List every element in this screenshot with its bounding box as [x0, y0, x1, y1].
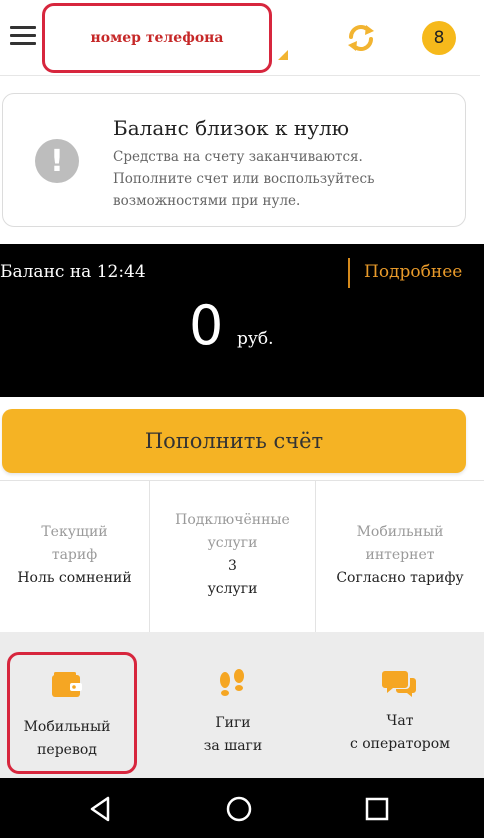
balance-time-label: Баланс на 12:44	[0, 262, 146, 282]
dropdown-caret-icon[interactable]	[278, 50, 288, 60]
internet-label-line1: Мобильный	[356, 524, 444, 540]
balance-amount: 0	[189, 294, 224, 357]
home-icon[interactable]	[224, 794, 254, 824]
footprints-icon	[220, 669, 244, 696]
connected-services-cell[interactable]: Подключённые услуги 3 услуги	[150, 481, 316, 633]
balance-panel: Баланс на 12:44 Подробнее 0 руб.	[0, 244, 484, 397]
warning-title: Баланс близок к нулю	[113, 116, 350, 140]
account-info-row: Текущий тариф Ноль сомнений Подключённые…	[0, 480, 484, 633]
exclamation-icon: !	[35, 139, 79, 183]
notifications-badge[interactable]: 8	[422, 21, 456, 55]
phone-number-label: номер телефона	[90, 30, 224, 46]
recent-apps-icon[interactable]	[362, 794, 392, 824]
back-icon[interactable]	[86, 794, 116, 824]
quick-actions-row: Мобильный перевод Гиги за шаги Чат с опе…	[0, 632, 484, 778]
tariff-label-line1: Текущий	[41, 524, 108, 540]
mobile-internet-cell[interactable]: Мобильный интернет Согласно тарифу	[316, 481, 484, 633]
chat-label-line2: с оператором	[349, 736, 451, 752]
chat-label-line1: Чат	[386, 713, 414, 729]
gigs-label-line2: за шаги	[203, 738, 263, 754]
transfer-label-line2: перевод	[37, 742, 97, 758]
phone-number-selector[interactable]: номер телефона	[42, 3, 272, 73]
internet-label-line2: интернет	[365, 547, 435, 563]
hamburger-menu-icon[interactable]	[10, 26, 36, 46]
services-label-line1: Подключённые	[175, 512, 290, 528]
topup-button[interactable]: Пополнить счёт	[2, 409, 466, 473]
chat-with-operator-button[interactable]: Чат с оператором	[316, 632, 484, 778]
internet-value: Согласно тарифу	[336, 570, 464, 586]
services-label-line2: услуги	[207, 535, 258, 551]
wallet-icon	[52, 672, 82, 697]
transfer-label-line1: Мобильный	[23, 719, 111, 735]
services-unit: услуги	[207, 581, 258, 597]
tariff-label-line2: тариф	[51, 547, 98, 563]
balance-divider	[348, 258, 350, 288]
gigs-label-line1: Гиги	[215, 715, 251, 731]
system-navigation-bar	[0, 778, 484, 838]
balance-currency: руб.	[237, 329, 274, 349]
services-count: 3	[228, 558, 237, 574]
chat-icon	[382, 671, 416, 697]
refresh-icon[interactable]	[344, 21, 378, 55]
warning-text: Средства на счету заканчиваются. Пополни…	[113, 149, 375, 209]
gigs-for-steps-button[interactable]: Гиги за шаги	[150, 632, 316, 778]
low-balance-warning-card[interactable]: ! Баланс близок к нулю Средства на счету…	[2, 93, 466, 227]
current-tariff-cell[interactable]: Текущий тариф Ноль сомнений	[0, 481, 150, 633]
mobile-transfer-button[interactable]: Мобильный перевод	[0, 632, 150, 778]
tariff-value: Ноль сомнений	[17, 570, 132, 586]
app-header: номер телефона 8	[0, 0, 480, 76]
details-link[interactable]: Подробнее	[364, 262, 462, 282]
